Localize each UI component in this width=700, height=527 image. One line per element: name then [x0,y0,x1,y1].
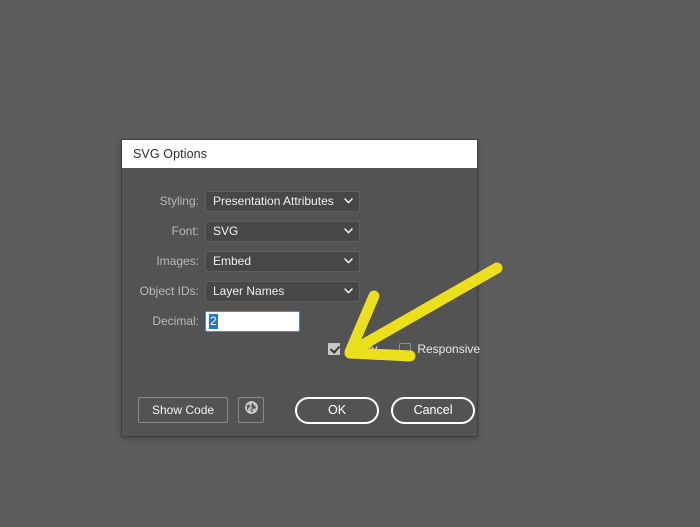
dialog-title: SVG Options [133,147,208,161]
options-form: Styling: Presentation Attributes Font: S… [122,168,480,356]
show-code-button[interactable]: Show Code [138,397,229,423]
styling-select-value: Presentation Attributes [213,194,334,208]
cancel-button[interactable]: Cancel [391,396,476,424]
form-row-decimal: Decimal: 2 [122,310,477,332]
form-row-object-ids: Object IDs: Layer Names [122,280,477,302]
styling-label: Styling: [159,194,199,208]
form-row-images: Images: Embed [122,250,477,272]
dialog-footer: Show Code OK Cancel [122,384,477,436]
chevron-down-icon [344,198,353,204]
ok-button[interactable]: OK [295,396,380,424]
minify-checkbox-group[interactable]: Minify [328,342,377,356]
object-ids-select[interactable]: Layer Names [205,280,360,302]
font-select[interactable]: SVG [205,220,360,242]
responsive-label: Responsive [417,342,481,356]
chevron-down-icon [344,228,353,234]
globe-icon [244,400,259,420]
styling-select[interactable]: Presentation Attributes [205,190,360,212]
object-ids-select-value: Layer Names [213,284,285,298]
decimal-input[interactable]: 2 [205,310,300,332]
checkbox-row: Minify Responsive [122,342,480,356]
dialog-titlebar: SVG Options [122,140,477,168]
images-select[interactable]: Embed [205,250,360,272]
decimal-input-value: 2 [209,313,218,329]
object-ids-label: Object IDs: [139,284,199,298]
responsive-checkbox-group[interactable]: Responsive [399,342,480,356]
font-select-value: SVG [213,224,239,238]
form-row-styling: Styling: Presentation Attributes [122,190,477,212]
preview-in-browser-button[interactable] [238,397,265,423]
images-label: Images: [156,254,199,268]
dialog-body: Styling: Presentation Attributes Font: S… [122,168,480,436]
images-select-value: Embed [213,254,252,268]
chevron-down-icon [344,258,353,264]
form-row-font: Font: SVG [122,220,477,242]
decimal-label: Decimal: [152,314,199,328]
minify-checkbox[interactable] [328,343,340,355]
responsive-checkbox[interactable] [399,343,412,355]
font-label: Font: [171,224,199,238]
chevron-down-icon [344,288,353,294]
svg-options-dialog: SVG Options Styling: Presentation Attrib… [121,139,480,437]
minify-label: Minify [346,342,378,356]
